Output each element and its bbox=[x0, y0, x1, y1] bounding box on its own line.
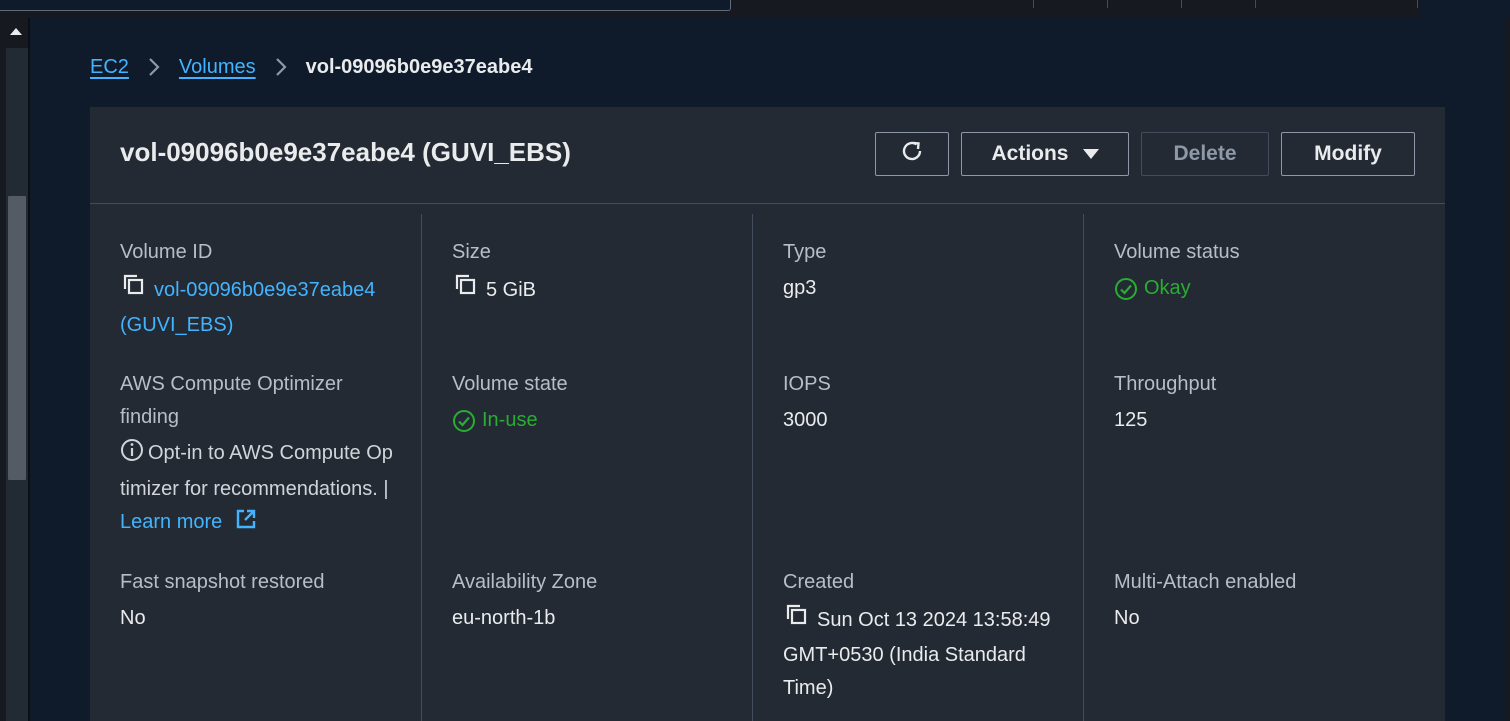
scroll-up-arrow-icon[interactable] bbox=[10, 28, 22, 35]
fast-snapshot-value: No bbox=[120, 607, 146, 629]
breadcrumb: EC2 Volumes vol-09096b0e9e37eabe4 bbox=[90, 52, 532, 82]
chevron-right-icon bbox=[140, 55, 168, 79]
volume-status-field: Volume status Okay bbox=[1114, 236, 1414, 312]
type-value: gp3 bbox=[783, 277, 817, 299]
details-column-4: Volume status Okay Throughput 125 Multi-… bbox=[1083, 214, 1414, 721]
size-field: Size 5 GiB bbox=[452, 236, 752, 309]
volume-status-label: Volume status bbox=[1114, 241, 1240, 263]
volume-id-name[interactable]: (GUVI_EBS) bbox=[120, 309, 420, 342]
caret-down-icon bbox=[1082, 149, 1099, 159]
volume-state-value: In-use bbox=[482, 409, 538, 431]
throughput-value: 125 bbox=[1114, 409, 1148, 431]
details-column-1: Volume ID vol-09096b0e9e37eabe4 (GUVI_EB… bbox=[90, 214, 421, 721]
scrollbar-thumb[interactable] bbox=[8, 196, 26, 480]
panel-header: vol-09096b0e9e37eabe4 (GUVI_EBS) Actions… bbox=[90, 107, 1445, 204]
details-column-3: Type gp3 IOPS 3000 Created Sun Oct 13 20… bbox=[752, 214, 1083, 721]
copy-icon[interactable] bbox=[120, 272, 146, 309]
optimizer-label-line1: AWS Compute Optimizer bbox=[120, 373, 343, 395]
breadcrumb-ec2[interactable]: EC2 bbox=[90, 56, 129, 79]
created-value-line1: Sun Oct 13 2024 13:58:49 bbox=[817, 608, 1051, 631]
delete-label: Delete bbox=[1173, 142, 1237, 165]
modify-label: Modify bbox=[1314, 142, 1382, 165]
refresh-icon bbox=[899, 138, 925, 170]
breadcrumb-volumes[interactable]: Volumes bbox=[179, 56, 256, 79]
page-title: vol-09096b0e9e37eabe4 (GUVI_EBS) bbox=[120, 137, 571, 167]
volume-state-field: Volume state In-use bbox=[452, 368, 752, 444]
info-icon bbox=[120, 438, 144, 473]
details-column-2: Size 5 GiB Volume state In-use Availabil… bbox=[421, 214, 752, 721]
size-label: Size bbox=[452, 241, 491, 263]
multi-attach-field: Multi-Attach enabled No bbox=[1114, 566, 1414, 635]
top-divider bbox=[1417, 0, 1418, 8]
top-bar bbox=[0, 0, 1510, 18]
volume-details-panel: vol-09096b0e9e37eabe4 (GUVI_EBS) Actions… bbox=[90, 107, 1445, 721]
availability-zone-field: Availability Zone eu-north-1b bbox=[452, 566, 752, 635]
chevron-right-icon bbox=[267, 55, 295, 79]
size-value: 5 GiB bbox=[486, 278, 537, 301]
multi-attach-value: No bbox=[1114, 607, 1140, 629]
breadcrumb-current: vol-09096b0e9e37eabe4 bbox=[305, 55, 533, 78]
copy-icon[interactable] bbox=[452, 272, 478, 309]
top-divider bbox=[1107, 0, 1108, 8]
created-value-line3: Time) bbox=[783, 677, 834, 699]
volume-id-link[interactable]: vol-09096b0e9e37eabe4 bbox=[154, 279, 375, 301]
volume-state-label: Volume state bbox=[452, 373, 568, 395]
type-label: Type bbox=[783, 241, 827, 263]
top-bar-corner bbox=[1420, 0, 1510, 18]
volume-status-value: Okay bbox=[1144, 277, 1191, 299]
type-field: Type gp3 bbox=[783, 236, 1083, 305]
side-scrollbar[interactable] bbox=[0, 18, 30, 721]
optimizer-text-line2: timizer for recommendations. | bbox=[120, 478, 389, 500]
throughput-field: Throughput 125 bbox=[1114, 368, 1414, 437]
top-divider bbox=[1181, 0, 1182, 8]
check-circle-icon bbox=[453, 409, 475, 432]
optimizer-field: AWS Compute Optimizer finding Opt-in to … bbox=[120, 368, 420, 542]
iops-field: IOPS 3000 bbox=[783, 368, 1083, 437]
modify-button[interactable]: Modify bbox=[1281, 132, 1415, 176]
top-search-field[interactable] bbox=[0, 0, 731, 11]
iops-value: 3000 bbox=[783, 409, 828, 431]
optimizer-text-line1: Opt-in to AWS Compute Op bbox=[148, 442, 393, 464]
availability-zone-label: Availability Zone bbox=[452, 571, 598, 593]
created-value-line2: GMT+0530 (India Standard bbox=[783, 644, 1026, 666]
top-divider bbox=[1033, 0, 1034, 8]
copy-icon[interactable] bbox=[783, 602, 809, 639]
right-scrollbar[interactable] bbox=[1505, 18, 1510, 721]
created-label: Created bbox=[783, 571, 855, 593]
fast-snapshot-field: Fast snapshot restored No bbox=[120, 566, 420, 635]
external-link-icon[interactable] bbox=[234, 507, 258, 542]
volume-id-label: Volume ID bbox=[120, 241, 213, 263]
check-circle-icon bbox=[1115, 277, 1137, 300]
availability-zone-value: eu-north-1b bbox=[452, 607, 556, 629]
volume-id-field: Volume ID vol-09096b0e9e37eabe4 (GUVI_EB… bbox=[120, 236, 420, 342]
fast-snapshot-label: Fast snapshot restored bbox=[120, 571, 325, 593]
delete-button[interactable]: Delete bbox=[1141, 132, 1269, 176]
refresh-button[interactable] bbox=[875, 132, 949, 176]
throughput-label: Throughput bbox=[1114, 373, 1217, 395]
learn-more-link[interactable]: Learn more bbox=[120, 511, 222, 533]
actions-label: Actions bbox=[991, 142, 1069, 165]
multi-attach-label: Multi-Attach enabled bbox=[1114, 571, 1297, 593]
top-divider bbox=[1255, 0, 1256, 8]
main-content: EC2 Volumes vol-09096b0e9e37eabe4 vol-09… bbox=[30, 18, 1510, 721]
actions-dropdown-button[interactable]: Actions bbox=[961, 132, 1129, 176]
optimizer-label-line2: finding bbox=[120, 406, 179, 428]
iops-label: IOPS bbox=[783, 373, 831, 395]
created-field: Created Sun Oct 13 2024 13:58:49 GMT+053… bbox=[783, 566, 1083, 705]
